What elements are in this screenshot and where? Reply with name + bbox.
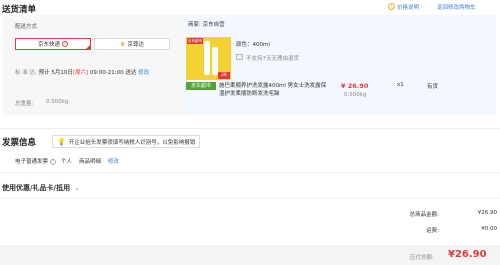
jd-supermarket-tag: 京东超市: [186, 82, 216, 90]
no-return-icon: [236, 54, 243, 60]
invoice-modify-link[interactable]: 修改: [108, 159, 119, 165]
lightbulb-icon: 💡: [57, 137, 66, 146]
stock-status: 有货: [427, 84, 439, 90]
total-weight-value: 0.500kg: [46, 99, 69, 105]
coupon-toggle[interactable]: 使用优惠/礼品卡/抵用 ⌄: [2, 183, 80, 193]
thumb-price: 26: [218, 72, 230, 79]
shop-name: 京东自营: [202, 22, 225, 28]
back-to-cart-link[interactable]: 返回修改购物车: [437, 3, 476, 11]
image-badge: 京东超市: [187, 38, 203, 44]
bottle-shape-2: [212, 47, 218, 75]
section-title-invoice: 发票信息: [2, 138, 37, 148]
summary-shipping-value: ¥0.00: [481, 226, 497, 232]
summary-total-value: ¥26.90: [477, 210, 497, 216]
arrival-date: 预计 5月10日: [38, 70, 73, 76]
total-weight-label: 总重量:: [15, 101, 34, 107]
coupon-title: 使用优惠/礼品卡/抵用: [2, 184, 71, 192]
product-name-link[interactable]: 施巴柔顺养护洗发露400ml 男女士洗发露保湿护发柔顺防断发洗毛躁: [219, 82, 329, 98]
shop-row: 商家: 京东自营: [188, 20, 225, 28]
no-return-text: 不支持7天无理由退货: [246, 56, 299, 62]
arrival-label: 标 准 达:: [15, 70, 37, 76]
invoice-notice-box: 💡 开企业抬头发票须填写纳税人识别号，以免影响报销: [52, 135, 201, 148]
summary-shipping-label: 运费:: [426, 228, 439, 234]
delivery-method-label: 配送方式: [15, 24, 38, 30]
invoice-row: 电子普通发票 ? 个人 商品明细 修改: [15, 157, 119, 165]
help-icon[interactable]: ?: [49, 159, 56, 165]
divider: [0, 172, 500, 173]
invoice-type: 电子普通发票: [15, 159, 49, 165]
crown-icon: ♛: [120, 40, 126, 48]
payable-value: ¥26.90: [448, 249, 487, 260]
delivery-option-jingzhun-label: 京尊达: [127, 42, 144, 48]
delivery-option-jingzhun[interactable]: ♛ 京尊达: [94, 38, 170, 50]
shop-label: 商家:: [188, 22, 201, 28]
info-icon: !: [388, 3, 395, 10]
invoice-personal: 个人: [61, 159, 73, 165]
product-price: ¥ 26.90: [341, 82, 369, 90]
arrival-time: 09:00-21:00 送达: [89, 70, 137, 76]
help-icon[interactable]: ?: [62, 41, 68, 47]
color-spec: 颜色：400ml: [236, 42, 270, 48]
chevron-down-icon: ⌄: [74, 185, 80, 192]
price-note-link[interactable]: 价格说明: [397, 3, 419, 11]
arrival-modify-link[interactable]: 修改: [138, 70, 149, 76]
product-qty: x1: [397, 82, 404, 88]
payable-label: 应付总额:: [410, 255, 434, 261]
summary-total-label: 总商品金额:: [409, 212, 439, 218]
delivery-option-jd[interactable]: 京东快递 ?: [15, 38, 91, 50]
divider: [0, 198, 500, 199]
delivery-option-jd-label: 京东快递: [37, 42, 60, 48]
bottle-shape: [204, 41, 210, 75]
product-weight: 0.500kg: [344, 92, 367, 98]
arrival-row: 标 准 达: 预计 5月10日[周六] 09:00-21:00 送达 修改: [15, 68, 149, 76]
invoice-detail: 商品明细: [79, 159, 102, 165]
invoice-notice-text: 开企业抬头发票须填写纳税人识别号，以免影响报销: [68, 139, 196, 146]
product-image[interactable]: 京东超市 26: [186, 37, 231, 80]
section-title-delivery-list: 送货清单: [2, 5, 37, 15]
divider: [0, 128, 500, 129]
arrival-weekday: [周六]: [72, 70, 89, 76]
selected-corner-icon: [85, 44, 91, 50]
